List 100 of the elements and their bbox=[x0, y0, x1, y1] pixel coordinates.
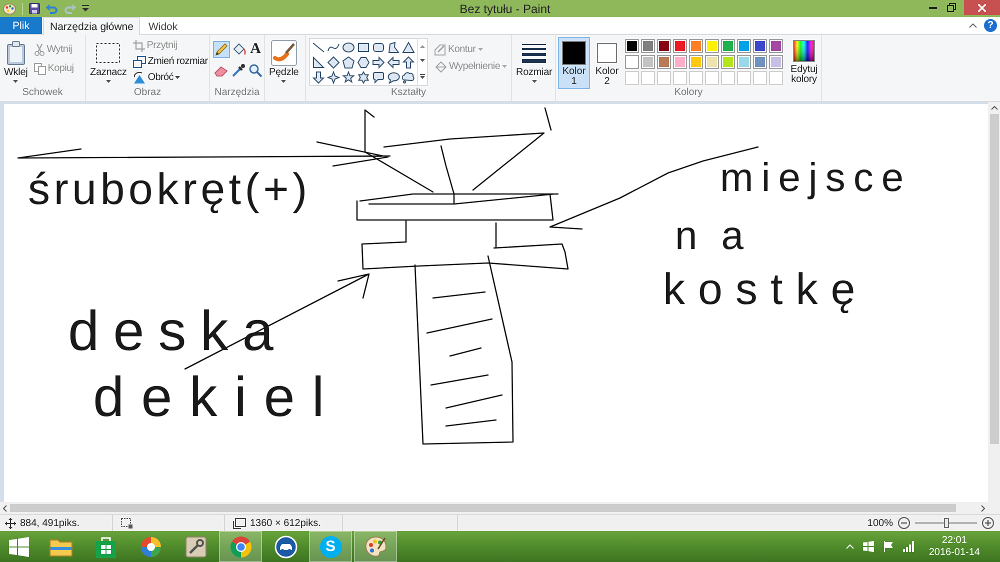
four-pane-icon[interactable] bbox=[862, 541, 874, 552]
empty-swatch-icon bbox=[705, 71, 719, 85]
clipboard-icon bbox=[6, 40, 26, 64]
resize-button[interactable]: Zmień rozmiar bbox=[130, 54, 210, 69]
collapse-icon[interactable] bbox=[969, 23, 977, 28]
signal-bars-icon[interactable] bbox=[902, 541, 914, 552]
close-button[interactable] bbox=[964, 0, 1000, 15]
hexagon-icon[interactable] bbox=[357, 56, 370, 69]
zoom-in-icon[interactable] bbox=[982, 517, 994, 529]
save-icon[interactable] bbox=[29, 3, 40, 14]
paste-button[interactable]: Wklej bbox=[2, 37, 30, 87]
edit-colors-button[interactable]: Edytuj kolory bbox=[785, 37, 823, 87]
handwritten-label: miejsce bbox=[720, 158, 912, 198]
taskbar-app-button[interactable] bbox=[354, 531, 397, 562]
palette-icon[interactable] bbox=[3, 2, 16, 15]
palette-swatch-icon[interactable] bbox=[769, 39, 783, 53]
cloud-callout-icon[interactable] bbox=[402, 71, 415, 84]
scrollbar-thumb[interactable] bbox=[990, 114, 998, 444]
expand-gallery-icon[interactable] bbox=[420, 74, 425, 80]
image-size: 1360 × 612piks. bbox=[250, 518, 321, 528]
palette-swatch-icon[interactable] bbox=[689, 39, 703, 53]
palette-swatch-icon[interactable] bbox=[673, 39, 687, 53]
help-button[interactable]: ? bbox=[984, 19, 997, 32]
scroll-up-icon[interactable] bbox=[990, 106, 998, 110]
pencil-button[interactable] bbox=[213, 41, 230, 58]
empty-swatch-icon bbox=[689, 71, 703, 85]
rounded-callout-icon[interactable] bbox=[372, 71, 385, 84]
magnifier-button[interactable] bbox=[247, 62, 264, 79]
five-point-star-icon[interactable] bbox=[342, 71, 355, 84]
empty-swatch-icon bbox=[657, 71, 671, 85]
clock-time[interactable]: 22:01 bbox=[942, 534, 967, 546]
polygon-icon[interactable] bbox=[387, 41, 400, 54]
scroll-down-icon[interactable] bbox=[420, 59, 425, 62]
select-button[interactable]: Zaznacz bbox=[88, 37, 129, 87]
palette-swatch-icon[interactable] bbox=[721, 55, 735, 69]
eyedropper-icon bbox=[231, 63, 246, 78]
palette-swatch-icon[interactable] bbox=[721, 39, 735, 53]
ribbon-tab[interactable]: Narzędzia główne bbox=[43, 17, 140, 35]
palette-swatch-icon[interactable] bbox=[657, 55, 671, 69]
pentagon-icon[interactable] bbox=[342, 56, 355, 69]
palette-swatch-icon[interactable] bbox=[673, 55, 687, 69]
image-size-icon bbox=[233, 518, 246, 528]
scroll-left-icon[interactable] bbox=[3, 504, 7, 512]
handwritten-label: na bbox=[675, 216, 768, 256]
ribbon-tab[interactable]: Widok bbox=[141, 17, 185, 35]
right-triangle-icon[interactable] bbox=[312, 56, 325, 69]
six-point-star-icon[interactable] bbox=[357, 71, 370, 84]
text-button[interactable]: A bbox=[247, 41, 264, 58]
move-icon bbox=[5, 518, 16, 528]
four-point-star-icon[interactable] bbox=[327, 71, 340, 84]
rotate-button[interactable]: Obróć bbox=[130, 70, 182, 85]
palette-swatch-icon[interactable] bbox=[641, 55, 655, 69]
rectangle-icon[interactable] bbox=[357, 41, 370, 54]
down-arrow-icon[interactable] bbox=[312, 71, 325, 84]
palette-swatch-icon[interactable] bbox=[705, 55, 719, 69]
color-2-button[interactable]: Kolor 2 bbox=[591, 37, 623, 89]
chevron-up-icon[interactable] bbox=[846, 544, 854, 549]
scroll-right-icon[interactable] bbox=[981, 504, 985, 512]
flag-icon[interactable] bbox=[882, 541, 894, 552]
palette-swatch-icon[interactable] bbox=[641, 39, 655, 53]
brushes-button[interactable]: Pędzle bbox=[267, 37, 301, 87]
empty-swatch-icon bbox=[641, 71, 655, 85]
color-1-button[interactable]: Kolor 1 bbox=[558, 37, 590, 89]
palette-swatch-icon[interactable] bbox=[753, 39, 767, 53]
palette-swatch-icon[interactable] bbox=[705, 39, 719, 53]
group-label: Obraz bbox=[134, 87, 162, 98]
right-arrow-icon[interactable] bbox=[372, 56, 385, 69]
size-button[interactable]: Rozmiar bbox=[514, 37, 554, 87]
file-tab[interactable]: Plik bbox=[0, 17, 42, 34]
left-arrow-icon[interactable] bbox=[387, 56, 400, 69]
palette-swatch-icon[interactable] bbox=[657, 39, 671, 53]
palette-swatch-icon[interactable] bbox=[753, 55, 767, 69]
palette-swatch-icon[interactable] bbox=[689, 55, 703, 69]
empty-swatch-icon bbox=[625, 71, 639, 85]
scrollbar-thumb[interactable] bbox=[10, 504, 956, 512]
palette-swatch-icon[interactable] bbox=[625, 39, 639, 53]
oval-callout-icon[interactable] bbox=[387, 71, 400, 84]
customize-caret-icon[interactable] bbox=[82, 5, 89, 12]
restore-icon bbox=[947, 3, 956, 12]
rounded-rectangle-icon[interactable] bbox=[372, 41, 385, 54]
diamond-icon[interactable] bbox=[327, 56, 340, 69]
bucket-icon bbox=[231, 42, 246, 57]
palette-swatch-icon[interactable] bbox=[737, 55, 751, 69]
oval-icon[interactable] bbox=[342, 41, 355, 54]
copy-icon bbox=[34, 62, 46, 74]
triangle-icon[interactable] bbox=[402, 41, 415, 54]
slider-thumb[interactable] bbox=[944, 518, 948, 528]
resize-icon bbox=[132, 56, 146, 68]
line-icon[interactable] bbox=[312, 41, 325, 54]
clock-date[interactable]: 2016-01-14 bbox=[928, 546, 980, 558]
brush-icon bbox=[270, 40, 297, 66]
palette-swatch-icon[interactable] bbox=[625, 55, 639, 69]
palette-swatch-icon[interactable] bbox=[769, 55, 783, 69]
scroll-up-icon[interactable] bbox=[420, 44, 425, 48]
curve-icon[interactable] bbox=[327, 41, 340, 54]
color-picker-button[interactable] bbox=[230, 62, 247, 79]
up-arrow-icon[interactable] bbox=[402, 56, 415, 69]
taskbar-app-button[interactable] bbox=[219, 531, 262, 562]
palette-swatch-icon[interactable] bbox=[737, 39, 751, 53]
zoom-out-icon[interactable] bbox=[898, 517, 910, 529]
